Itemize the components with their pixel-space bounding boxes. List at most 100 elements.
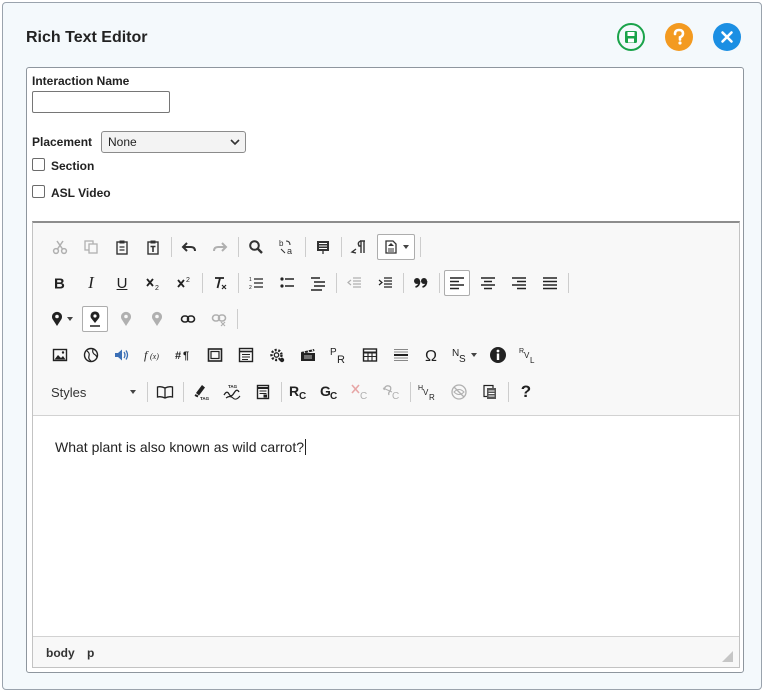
svg-text:¶: ¶	[183, 350, 189, 362]
align-left-button[interactable]	[444, 270, 470, 296]
audio-button[interactable]	[109, 342, 135, 368]
multilevel-list-icon	[311, 277, 325, 291]
placement-select[interactable]: None	[101, 131, 246, 153]
templates-dropdown-button[interactable]	[377, 234, 415, 260]
increase-indent-button[interactable]	[372, 270, 398, 296]
svg-text:S: S	[459, 354, 466, 364]
svg-text:#: #	[175, 350, 181, 362]
decrease-indent-button[interactable]	[341, 270, 367, 296]
italic-button[interactable]: I	[78, 270, 104, 296]
align-right-button[interactable]	[506, 270, 532, 296]
copy-icon	[84, 240, 98, 254]
link-button[interactable]	[175, 306, 201, 332]
help-button[interactable]	[665, 23, 693, 51]
save-button[interactable]	[617, 23, 645, 51]
rvl-button[interactable]: RVL	[516, 342, 542, 368]
toolbar-separator	[420, 237, 421, 257]
undo-button[interactable]	[176, 234, 202, 260]
element-path-p[interactable]: p	[87, 646, 94, 660]
placement-value: None	[108, 135, 137, 149]
chevron-down-icon	[130, 390, 136, 394]
superscript-button[interactable]: 2	[171, 270, 197, 296]
svg-text:a: a	[287, 246, 292, 256]
hvr-button[interactable]: HVR	[415, 379, 441, 405]
find-button[interactable]	[243, 234, 269, 260]
blockquote-button[interactable]	[408, 270, 434, 296]
rc-icon: RC	[289, 383, 306, 401]
math-button[interactable]: f (x)	[140, 342, 166, 368]
paste-text-button[interactable]	[140, 234, 166, 260]
placemark-button[interactable]	[82, 306, 108, 332]
styles-dropdown[interactable]: Styles	[47, 380, 143, 404]
svg-text:C: C	[299, 391, 306, 401]
svg-text:1: 1	[249, 277, 252, 283]
bulleted-list-icon	[280, 277, 294, 288]
subscript-button[interactable]: 2	[140, 270, 166, 296]
notes-button[interactable]	[250, 379, 276, 405]
align-center-button[interactable]	[475, 270, 501, 296]
no-visual-button[interactable]	[446, 379, 472, 405]
image-button[interactable]	[47, 342, 73, 368]
glossary-button[interactable]	[152, 379, 178, 405]
paragraph-direction-icon	[350, 240, 365, 254]
text-direction-button[interactable]	[346, 234, 372, 260]
tag-scribble-button[interactable]: TAG	[219, 379, 245, 405]
bold-icon: B	[54, 276, 65, 290]
placemark-edit-button[interactable]	[113, 306, 139, 332]
special-character-button[interactable]: Ω	[419, 342, 445, 368]
copy-button[interactable]	[78, 234, 104, 260]
svg-text:2: 2	[186, 277, 190, 284]
editor-help-button[interactable]: ?	[513, 379, 539, 405]
select-all-button[interactable]	[310, 234, 336, 260]
bulleted-list-button[interactable]	[274, 270, 300, 296]
editor-content[interactable]: What plant is also known as wild carrot?	[55, 439, 306, 455]
settings-button[interactable]	[264, 342, 290, 368]
multilevel-list-button[interactable]	[305, 270, 331, 296]
info-button[interactable]	[485, 342, 511, 368]
svg-text:2: 2	[249, 285, 252, 291]
frame-button[interactable]	[202, 342, 228, 368]
asl-video-checkbox[interactable]	[32, 185, 45, 198]
video-button[interactable]	[295, 342, 321, 368]
svg-text:Ω: Ω	[425, 348, 437, 363]
placemark-remove-button[interactable]	[144, 306, 170, 332]
replace-icon: ba	[279, 239, 292, 256]
numbered-list-button[interactable]: 12	[243, 270, 269, 296]
cut-button[interactable]	[47, 234, 73, 260]
gc-button[interactable]: GC	[317, 379, 343, 405]
unlink-button[interactable]	[206, 306, 232, 332]
resize-grip-icon[interactable]	[722, 651, 733, 662]
form-button[interactable]	[233, 342, 259, 368]
horizontal-line-button[interactable]	[388, 342, 414, 368]
remove-format-button[interactable]	[207, 270, 233, 296]
svg-text:C: C	[330, 391, 337, 401]
anchor-button[interactable]: # ¶	[171, 342, 197, 368]
bold-button[interactable]: B	[47, 270, 73, 296]
section-checkbox[interactable]	[32, 158, 45, 171]
justify-button[interactable]	[537, 270, 563, 296]
svg-text:TAG: TAG	[228, 384, 238, 389]
svg-text:b: b	[279, 239, 284, 248]
element-path-body[interactable]: body	[46, 646, 75, 660]
underline-button[interactable]: U	[109, 270, 135, 296]
interaction-name-input[interactable]	[32, 91, 170, 113]
replace-button[interactable]: ba	[274, 234, 300, 260]
redo-button[interactable]	[207, 234, 233, 260]
placemark-dropdown-button[interactable]	[47, 306, 77, 332]
web-link-button[interactable]	[78, 342, 104, 368]
rc-button[interactable]: RC	[286, 379, 312, 405]
table-button[interactable]	[357, 342, 383, 368]
toolbar-row-insert: f (x) # ¶ PR Ω NS RVL	[47, 342, 547, 368]
svg-text:TAG: TAG	[200, 396, 210, 401]
copy-document-button[interactable]	[477, 379, 503, 405]
document-icon	[256, 384, 270, 400]
function-icon: f (x)	[144, 348, 159, 362]
ear-c-button[interactable]: C	[379, 379, 405, 405]
toolbar-separator	[341, 237, 342, 257]
close-button[interactable]	[713, 23, 741, 51]
tag-highlight-button[interactable]: TAG	[188, 379, 214, 405]
ns-dropdown-button[interactable]: NS	[450, 342, 480, 368]
paste-button[interactable]	[109, 234, 135, 260]
xc-button[interactable]: C	[348, 379, 374, 405]
pr-button[interactable]: PR	[326, 342, 352, 368]
